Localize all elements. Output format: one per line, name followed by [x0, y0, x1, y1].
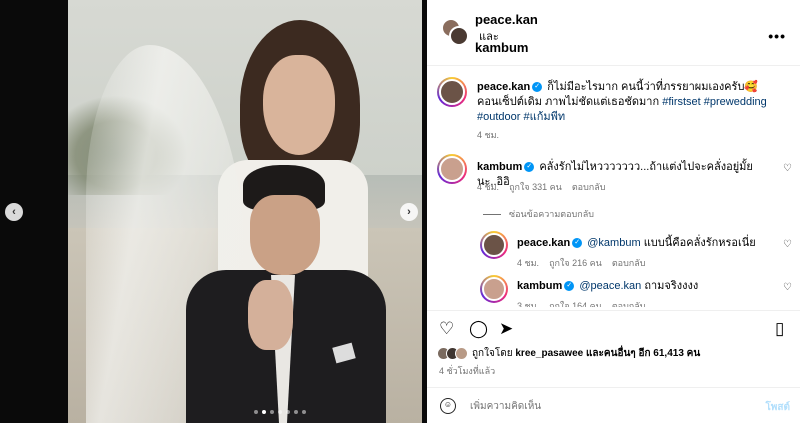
likes-user[interactable]: kree_pasawee [515, 348, 583, 359]
verified-icon: ✓ [564, 281, 575, 292]
post-timestamp[interactable]: 4 ชั่วโมงที่แล้ว [439, 364, 495, 378]
post-header: peace.kan และ kambum ••• [427, 0, 800, 66]
likes-summary: ถูกใจโดย kree_pasawee และคนอื่นๆ อีก 61,… [437, 346, 700, 361]
heart-icon[interactable]: ♡ [439, 319, 454, 339]
likes-suffix[interactable]: และคนอื่นๆ อีก [586, 348, 651, 359]
comment-composer: ☺ โพสต์ [427, 387, 800, 423]
avatar[interactable] [480, 231, 508, 259]
verified-icon: ✓ [572, 238, 583, 249]
carousel-dot [278, 410, 282, 414]
reply-username[interactable]: kambum [517, 280, 562, 292]
carousel-dots [254, 410, 306, 414]
reply-text: peace.kan ✓ @kambum แบบนี้คือคลั่งรักหรอเ… [517, 236, 767, 251]
header-username-1[interactable]: peace.kan [475, 12, 538, 27]
comment-meta: 4 ชม. ถูกใจ 331 คน ตอบกลับ [477, 180, 605, 194]
carousel-dot [286, 410, 290, 414]
comment-icon[interactable]: ◯ [469, 319, 488, 339]
header-username-2[interactable]: kambum [475, 40, 528, 55]
reply-likes[interactable]: ถูกใจ 216 คน [549, 256, 602, 270]
divider-line [483, 213, 501, 215]
reply-time: 3 ชม. [517, 301, 540, 307]
reply-button[interactable]: ตอบกลับ [572, 180, 606, 194]
more-horizontal-icon[interactable]: ••• [768, 28, 786, 44]
heart-icon[interactable]: ♡ [783, 282, 792, 293]
action-bar: ♡ ◯ ➤ ▯ [427, 310, 800, 344]
bookmark-icon[interactable]: ▯ [775, 319, 784, 339]
likes-text: ถูกใจโดย kree_pasawee และคนอื่นๆ อีก 61,… [472, 346, 700, 361]
caption-username[interactable]: peace.kan [477, 81, 530, 93]
comment-time: 4 ชม. [477, 182, 500, 192]
reply-time: 4 ชม. [517, 258, 540, 268]
verified-icon: ✓ [532, 82, 543, 93]
reply-meta: 3 ชม. ถูกใจ 164 คน ตอบกลับ [517, 299, 645, 307]
reply-likes[interactable]: ถูกใจ 164 คน [549, 299, 602, 307]
avatar[interactable] [437, 77, 467, 107]
emoji-icon[interactable]: ☺ [440, 398, 456, 414]
photo-bride-face [263, 55, 335, 155]
chevron-left-icon[interactable]: ‹ [5, 203, 23, 221]
comment-username[interactable]: kambum [477, 161, 522, 173]
verified-icon: ✓ [524, 162, 535, 173]
caption-time: 4 ชม. [477, 130, 500, 140]
reply-body: ถามจริงงงง [644, 280, 699, 292]
carousel-dot [254, 410, 258, 414]
reply-username[interactable]: peace.kan [517, 237, 570, 249]
reply-body: แบบนี้คือคลั่งรักหรอเนี่ย [643, 237, 756, 249]
reply-button[interactable]: ตอบกลับ [612, 299, 646, 307]
avatar[interactable] [480, 275, 508, 303]
post-media[interactable] [68, 0, 422, 423]
carousel-dot [302, 410, 306, 414]
avatar[interactable] [437, 154, 467, 184]
post-button[interactable]: โพสต์ [765, 400, 790, 415]
caption-text: peace.kan ✓ ก็ไม่มีอะไรมาก คนนี้ว่าที่ภรร… [477, 80, 782, 125]
chevron-right-icon[interactable]: › [400, 203, 418, 221]
likes-prefix: ถูกใจโดย [472, 348, 513, 359]
reply-button[interactable]: ตอบกลับ [612, 256, 646, 270]
comments-list[interactable]: peace.kan ✓ ก็ไม่มีอะไรมาก คนนี้ว่าที่ภรร… [427, 67, 800, 307]
avatar [455, 347, 468, 360]
carousel-dot [270, 410, 274, 414]
carousel-dot [294, 410, 298, 414]
reply-mention[interactable]: @peace.kan [579, 280, 641, 292]
heart-icon[interactable]: ♡ [783, 239, 792, 250]
collab-avatars[interactable] [441, 18, 469, 46]
photo-groom-face [250, 195, 320, 275]
comment-input[interactable] [470, 397, 750, 415]
post-side-panel: peace.kan และ kambum ••• peace.kan ✓ ก็ไม… [427, 0, 800, 423]
avatar [449, 26, 469, 46]
caption-meta: 4 ชม. [477, 128, 499, 142]
reply-mention[interactable]: @kambum [587, 237, 640, 249]
photo-bride-hand [248, 280, 293, 350]
likes-count[interactable]: 61,413 [653, 348, 684, 359]
hide-replies-label: ซ่อนข้อความตอบกลับ [509, 209, 594, 219]
heart-icon[interactable]: ♡ [783, 163, 792, 174]
carousel-dot [262, 410, 266, 414]
hide-replies-button[interactable]: ซ่อนข้อความตอบกลับ [483, 207, 594, 221]
comment-likes[interactable]: ถูกใจ 331 คน [509, 180, 562, 194]
reply-text: kambum ✓ @peace.kan ถามจริงงงง [517, 279, 767, 294]
likes-unit[interactable]: คน [687, 348, 701, 359]
reply-meta: 4 ชม. ถูกใจ 216 คน ตอบกลับ [517, 256, 645, 270]
send-icon[interactable]: ➤ [499, 319, 513, 339]
